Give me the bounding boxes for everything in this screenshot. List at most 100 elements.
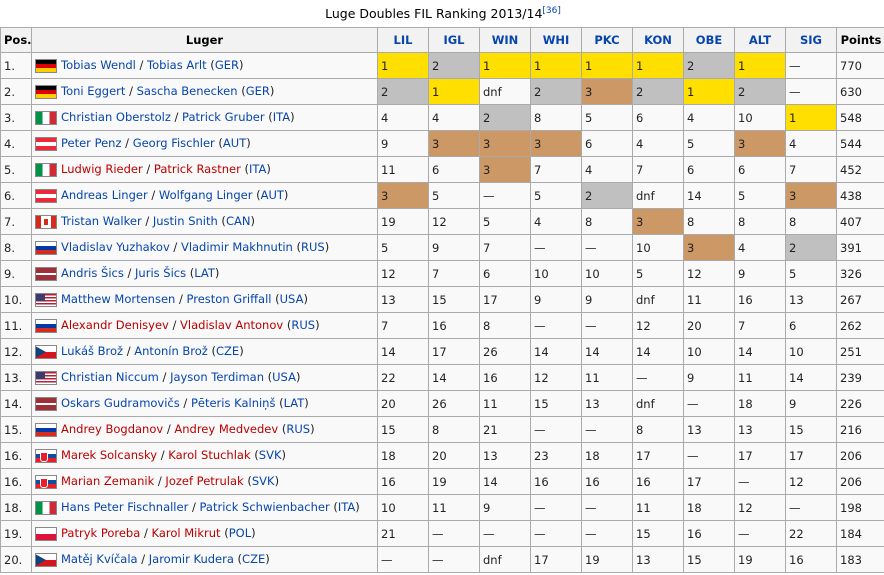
athlete-link[interactable]: Andreas Linger (61, 188, 148, 202)
country-link[interactable]: RUS (286, 422, 310, 436)
athlete-link[interactable]: Peter Penz (61, 136, 122, 150)
race-result-cell: 9 (377, 130, 429, 157)
race-result-cell: — (785, 78, 837, 105)
athlete-link[interactable]: Vladislav Yuzhakov (61, 240, 170, 254)
pos-header: Pos. (0, 27, 32, 53)
athlete-link[interactable]: Preston Griffall (187, 292, 272, 306)
race-result-cell: — (530, 234, 582, 261)
race-header-whi[interactable]: WHI (530, 27, 582, 53)
athlete-link[interactable]: Antonín Brož (134, 344, 208, 358)
athlete-link[interactable]: Patrick Schwienbacher (200, 500, 330, 514)
points-cell: 216 (836, 416, 884, 443)
country-link[interactable]: LAT (284, 396, 305, 410)
athlete-link[interactable]: Christian Oberstolz (61, 110, 171, 124)
race-result-cell: 15 (377, 416, 429, 443)
position-cell: 19. (0, 520, 32, 547)
separator: / (141, 214, 153, 229)
athlete-link[interactable]: Lukáš Brož (61, 344, 123, 358)
country-link[interactable]: SVK (252, 474, 275, 488)
race-result-cell: 13 (377, 286, 429, 313)
position-cell: 15. (0, 416, 32, 443)
country-link[interactable]: CZE (242, 552, 265, 566)
athlete-link[interactable]: Christian Niccum (61, 370, 159, 384)
athlete-link[interactable]: Pēteris Kalniņš (191, 396, 276, 410)
athlete-link[interactable]: Juris Šics (135, 266, 186, 280)
points-cell: 183 (836, 546, 884, 573)
race-header-sig[interactable]: SIG (785, 27, 837, 53)
athlete-link[interactable]: Tristan Walker (61, 214, 142, 228)
country-link[interactable]: ITA (249, 162, 266, 176)
athlete-link[interactable]: Andrey Medvedev (174, 422, 278, 436)
race-result-cell: 16 (377, 468, 429, 495)
athlete-link[interactable]: Jozef Petrulak (165, 474, 243, 488)
athlete-link[interactable]: Tobias Wendl (61, 58, 136, 72)
athlete-link[interactable]: Hans Peter Fischnaller (61, 500, 188, 514)
country-link[interactable]: USA (280, 292, 304, 306)
athlete-link[interactable]: Toni Eggert (61, 84, 125, 98)
athlete-link[interactable]: Wolfgang Linger (159, 188, 253, 202)
athlete-link[interactable]: Matěj Kvíčala (61, 552, 138, 566)
athlete-link[interactable]: Jaromir Kudera (149, 552, 234, 566)
country-link[interactable]: SVK (259, 448, 282, 462)
country-link[interactable]: AUT (261, 188, 284, 202)
athlete-link[interactable]: Ludwig Rieder (61, 162, 143, 176)
race-header-win[interactable]: WIN (479, 27, 531, 53)
race-header-alt[interactable]: ALT (734, 27, 786, 53)
table-row: 7. Tristan Walker / Justin Snith (CAN) 19 1… (0, 208, 884, 235)
athlete-link[interactable]: Patrick Rastner (154, 162, 241, 176)
points-cell: 630 (836, 78, 884, 105)
country-link[interactable]: LAT (194, 266, 215, 280)
country-code: (LAT) (186, 266, 220, 281)
athlete-link[interactable]: Oskars Gudramovičs (61, 396, 180, 410)
athlete-link[interactable]: Vladislav Antonov (180, 318, 283, 332)
athlete-link[interactable]: Andris Šics (61, 266, 124, 280)
country-link[interactable]: RUS (301, 240, 325, 254)
athlete-link[interactable]: Marek Solcansky (61, 448, 157, 462)
country-link[interactable]: CAN (226, 214, 251, 228)
athlete-link[interactable]: Matthew Mortensen (61, 292, 175, 306)
country-link[interactable]: GER (246, 84, 270, 98)
race-header-pkc[interactable]: PKC (581, 27, 633, 53)
country-link[interactable]: RUS (291, 318, 315, 332)
country-link[interactable]: POL (229, 526, 251, 540)
flag-aut-icon (35, 188, 57, 203)
country-link[interactable]: ITA (273, 110, 290, 124)
athlete-link[interactable]: Sascha Benecken (137, 84, 238, 98)
luger-cell: Christian Niccum / Jayson Terdiman (USA) (31, 364, 378, 391)
athlete-link[interactable]: Georg Fischler (133, 136, 215, 150)
race-header-obe[interactable]: OBE (683, 27, 735, 53)
race-result-cell: 4 (530, 208, 582, 235)
athlete-link[interactable]: Patryk Poreba (61, 526, 140, 540)
race-result-cell: — (734, 468, 786, 495)
athlete-link[interactable]: Tobias Arlt (147, 58, 207, 72)
country-link[interactable]: AUT (223, 136, 246, 150)
country-link[interactable]: ITA (338, 500, 355, 514)
race-result-cell: 12 (785, 468, 837, 495)
athlete-link[interactable]: Alexandr Denisyev (61, 318, 169, 332)
position-cell: 5. (0, 156, 32, 183)
athlete-link[interactable]: Karol Stuchlak (168, 448, 250, 462)
reference-link[interactable]: [36] (542, 6, 560, 16)
race-header-igl[interactable]: IGL (428, 27, 480, 53)
athlete-link[interactable]: Jayson Terdiman (170, 370, 264, 384)
race-result-cell: 11 (683, 286, 735, 313)
athlete-link[interactable]: Justin Snith (153, 214, 218, 228)
country-link[interactable]: USA (272, 370, 296, 384)
country-link[interactable]: GER (215, 58, 239, 72)
race-header-kon[interactable]: KON (632, 27, 684, 53)
athlete-link[interactable]: Vladimir Makhnutin (181, 240, 293, 254)
athlete-link[interactable]: Patrick Gruber (182, 110, 265, 124)
points-cell: 239 (836, 364, 884, 391)
race-result-cell: — (428, 520, 480, 547)
athlete-link[interactable]: Andrey Bogdanov (61, 422, 163, 436)
athlete-link[interactable]: Karol Mikrut (151, 526, 220, 540)
race-header-lil[interactable]: LIL (377, 27, 429, 53)
athlete-link[interactable]: Marian Zemanik (61, 474, 154, 488)
race-result-cell: 10 (683, 338, 735, 365)
country-link[interactable]: CZE (216, 344, 239, 358)
race-result-cell: — (632, 364, 684, 391)
race-result-cell: 17 (683, 468, 735, 495)
separator: / (168, 318, 181, 333)
position-cell: 11. (0, 312, 32, 339)
race-result-cell: 18 (377, 442, 429, 469)
